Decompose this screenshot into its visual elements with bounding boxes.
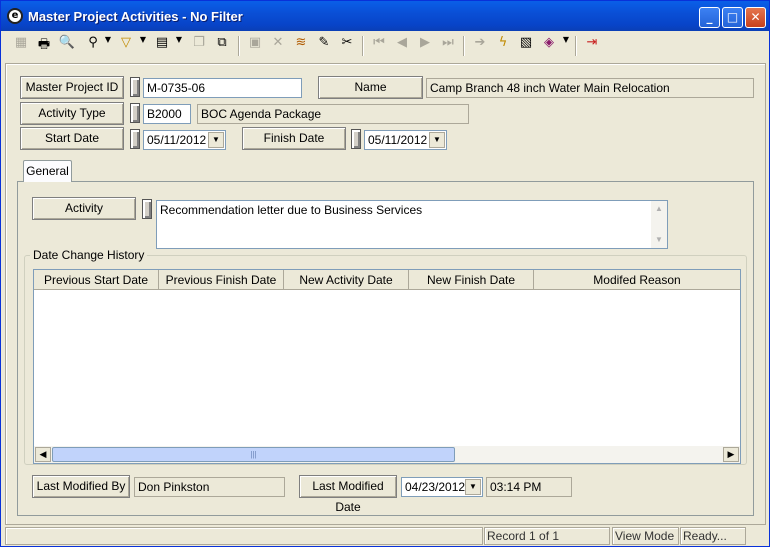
vertical-scrollbar[interactable]: ▲ ▼ xyxy=(651,201,667,248)
lock-toggle[interactable] xyxy=(130,103,140,123)
scroll-up-icon[interactable]: ▲ xyxy=(651,201,667,217)
toolbar-separator xyxy=(362,36,364,56)
tab-general[interactable]: General xyxy=(23,160,72,182)
maximize-icon: □ xyxy=(726,10,739,24)
horizontal-scrollbar[interactable]: ◀ ||| ▶ xyxy=(34,446,740,463)
last-modified-by-field: Don Pinkston xyxy=(134,477,285,497)
date-change-history-grid[interactable]: Previous Start Date Previous Finish Date… xyxy=(33,269,741,464)
book-icon[interactable]: ◈ xyxy=(538,35,560,57)
exit-icon[interactable]: ⇥ xyxy=(581,35,603,57)
binoculars-icon[interactable]: ⚲ xyxy=(82,35,104,57)
activity-type-desc-field: BOC Agenda Package xyxy=(197,104,469,124)
form-dropdown-icon[interactable]: ▼ xyxy=(175,35,183,57)
status-mode: View Mode xyxy=(612,527,679,545)
toolbar-separator xyxy=(238,36,240,56)
layout-icon[interactable]: ▧ xyxy=(515,35,537,57)
column-header[interactable]: Previous Start Date xyxy=(34,270,159,290)
filter-dropdown-icon[interactable]: ▼ xyxy=(139,35,147,57)
cancel-icon[interactable]: ✕ xyxy=(267,35,289,57)
app-logo-icon[interactable]: e xyxy=(7,8,23,24)
delete-record-icon[interactable]: ▣ xyxy=(244,35,266,57)
last-record-icon[interactable]: ⏭ xyxy=(437,35,459,57)
status-panel-empty xyxy=(5,527,483,545)
minimize-icon: _ xyxy=(706,10,713,24)
scroll-right-icon[interactable]: ▶ xyxy=(723,447,739,462)
finish-date-picker[interactable]: 05/11/2012 ▼ xyxy=(364,130,447,150)
column-header[interactable]: Previous Finish Date xyxy=(159,270,284,290)
first-record-icon[interactable]: ⏮ xyxy=(368,35,390,57)
minimize-button[interactable]: _ xyxy=(699,7,720,28)
master-project-id-field[interactable]: M-0735-06 xyxy=(143,78,302,98)
title-bar[interactable]: e Master Project Activities - No Filter … xyxy=(1,1,769,31)
scroll-left-icon[interactable]: ◀ xyxy=(35,447,51,462)
last-modified-date-button[interactable]: Last Modified Date xyxy=(299,475,397,514)
scrollbar-thumb[interactable]: ||| xyxy=(52,447,455,462)
activity-type-button[interactable]: Activity Type xyxy=(20,102,124,125)
status-bar: Record 1 of 1 View Mode Ready... xyxy=(1,527,769,546)
book-dropdown-icon[interactable]: ▼ xyxy=(562,35,570,57)
date-change-history-label: Date Change History xyxy=(30,248,148,262)
last-modified-by-button[interactable]: Last Modified By xyxy=(32,475,130,498)
activity-memo-field[interactable]: Recommendation letter due to Business Se… xyxy=(156,200,668,249)
next-record-icon[interactable]: ▶ xyxy=(414,35,436,57)
filter-icon[interactable]: ▽ xyxy=(115,35,137,57)
grid-header: Previous Start Date Previous Finish Date… xyxy=(34,270,740,290)
stack-icon[interactable]: ≋ xyxy=(290,35,312,57)
main-window: e Master Project Activities - No Filter … xyxy=(0,0,770,547)
lock-toggle[interactable] xyxy=(351,129,361,149)
start-date-picker[interactable]: 05/11/2012 ▼ xyxy=(143,130,226,150)
new-icon[interactable]: ▦ xyxy=(10,35,32,57)
copy-icon[interactable]: ❐ xyxy=(188,35,210,57)
start-date-value: 05/11/2012 xyxy=(147,133,207,147)
find-icon[interactable]: 🔍 xyxy=(56,35,78,57)
toolbar-separator xyxy=(575,36,577,56)
lock-toggle[interactable] xyxy=(130,129,140,149)
scroll-down-icon[interactable]: ▼ xyxy=(651,232,667,248)
column-header[interactable]: Modifed Reason xyxy=(534,270,740,290)
lightning-icon[interactable]: ϟ xyxy=(492,35,514,57)
column-header[interactable]: New Finish Date xyxy=(409,270,534,290)
lock-toggle[interactable] xyxy=(130,77,140,97)
close-icon: ✕ xyxy=(750,10,761,24)
previous-record-icon[interactable]: ◀ xyxy=(391,35,413,57)
go-icon[interactable]: ➔ xyxy=(469,35,491,57)
edit-pencil-icon[interactable]: ✎ xyxy=(313,35,335,57)
finish-date-value: 05/11/2012 xyxy=(368,133,428,147)
cut-icon[interactable]: ✂ xyxy=(336,35,358,57)
toolbar-separator xyxy=(463,36,465,56)
start-date-button[interactable]: Start Date xyxy=(20,127,124,150)
window-title: Master Project Activities - No Filter xyxy=(28,9,243,24)
name-field: Camp Branch 48 inch Water Main Relocatio… xyxy=(426,78,754,98)
paste-icon[interactable]: ⧉ xyxy=(211,35,233,57)
name-button[interactable]: Name xyxy=(318,76,423,99)
chevron-down-icon[interactable]: ▼ xyxy=(429,132,445,148)
binoculars-dropdown-icon[interactable]: ▼ xyxy=(104,35,112,57)
close-button[interactable]: ✕ xyxy=(745,7,766,28)
last-modified-time-field: 03:14 PM xyxy=(486,477,572,497)
lock-toggle[interactable] xyxy=(142,199,152,219)
chevron-down-icon[interactable]: ▼ xyxy=(208,132,224,148)
toolbar: ▦ 🖶 🔍 ⚲ ▼ ▽ ▼ ▤ ▼ ❐ ⧉ ▣ ✕ ≋ ✎ ✂ ⏮ ◀ ▶ ⏭ … xyxy=(5,33,767,61)
finish-date-button[interactable]: Finish Date xyxy=(242,127,346,150)
activity-type-code-field[interactable]: B2000 xyxy=(143,104,191,124)
activity-button[interactable]: Activity xyxy=(32,197,136,220)
print-icon[interactable]: 🖶 xyxy=(33,35,55,57)
chevron-down-icon[interactable]: ▼ xyxy=(465,479,481,495)
activity-memo-text: Recommendation letter due to Business Se… xyxy=(160,203,423,217)
maximize-button[interactable]: □ xyxy=(722,7,743,28)
status-state: Ready... xyxy=(680,527,746,545)
last-modified-date-value: 04/23/2012 xyxy=(405,480,466,494)
column-header[interactable]: New Activity Date xyxy=(284,270,409,290)
status-record: Record 1 of 1 xyxy=(484,527,610,545)
form-icon[interactable]: ▤ xyxy=(151,35,173,57)
last-modified-date-picker[interactable]: 04/23/2012 ▼ xyxy=(401,477,483,497)
master-project-id-button[interactable]: Master Project ID xyxy=(20,76,124,99)
